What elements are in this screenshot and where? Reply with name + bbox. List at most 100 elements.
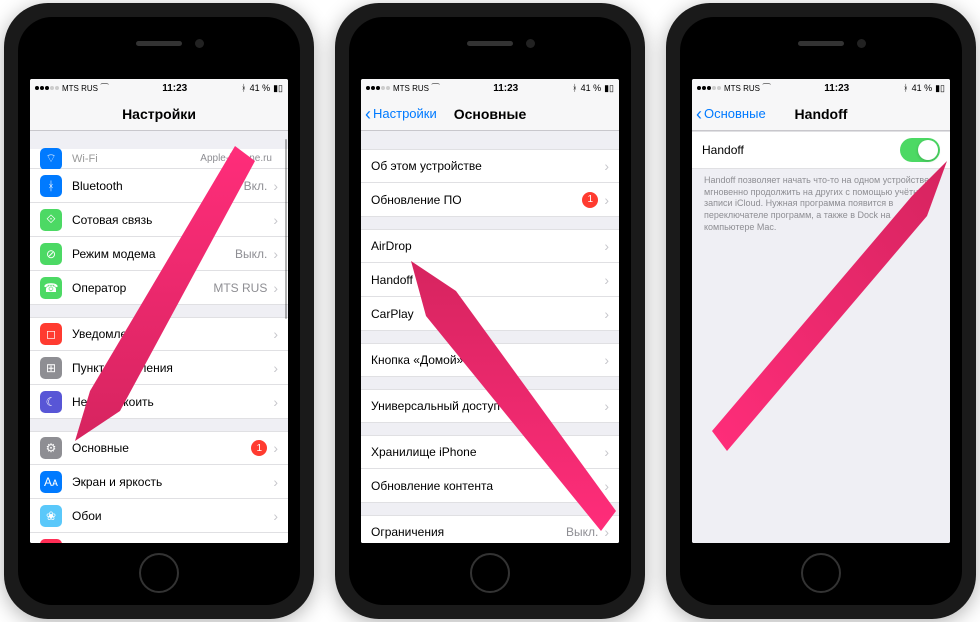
signal-icon [697,86,721,90]
badge: 1 [582,192,598,208]
row-handoff[interactable]: Handoff › [361,263,619,297]
phone-settings: MTS RUS ⁀ 11:23 ᚼ 41 % ▮▯ Настройки ⌔ Wi… [4,3,314,619]
chevron-right-icon: › [273,542,278,544]
status-time: 11:23 [824,83,849,94]
chevron-right-icon: › [604,478,609,494]
row-control-center[interactable]: ⊞ Пункт управления › [30,351,288,385]
row-wallpaper[interactable]: ❀ Обои › [30,499,288,533]
row-hotspot[interactable]: ⊘ Режим модема Выкл. › [30,237,288,271]
row-label: Уведомления [72,327,273,341]
row-label: Обновление контента [371,479,604,493]
wifi-icon: ⁀ [101,83,108,94]
status-right: ᚼ 41 % ▮▯ [903,83,945,94]
display-icon: Aᴀ [40,471,62,493]
gear-icon: ⚙ [40,437,62,459]
row-airdrop[interactable]: AirDrop › [361,229,619,263]
chevron-right-icon: › [604,192,609,208]
home-button[interactable] [139,553,179,593]
row-wifi[interactable]: ⌔ Wi-Fi Apple-iPhone.ru [30,149,288,169]
wifi-icon: ⁀ [432,83,439,94]
back-label: Настройки [373,106,437,121]
back-button[interactable]: ‹ Настройки [365,105,437,123]
row-display[interactable]: Aᴀ Экран и яркость › [30,465,288,499]
chevron-left-icon: ‹ [696,105,702,123]
phone-body: MTS RUS ⁀ 11:23 ᚼ 41 % ▮▯ ‹ Настройки Ос… [349,17,631,605]
chevron-right-icon: › [604,444,609,460]
battery-icon: ▮▯ [273,83,283,94]
camera [857,39,866,48]
row-label: Handoff [702,143,900,157]
back-button[interactable]: ‹ Основные [696,105,766,123]
content[interactable]: ⌔ Wi-Fi Apple-iPhone.ru ᚼ Bluetooth Вкл.… [30,131,288,543]
chevron-left-icon: ‹ [365,105,371,123]
page-title: Основные [454,106,527,122]
row-value: Выкл. [235,247,267,261]
row-value: MTS RUS [213,281,267,295]
chevron-right-icon: › [604,352,609,368]
row-general[interactable]: ⚙ Основные 1 › [30,431,288,465]
camera [526,39,535,48]
back-label: Основные [704,106,766,121]
row-about[interactable]: Об этом устройстве › [361,149,619,183]
home-button[interactable] [470,553,510,593]
chevron-right-icon: › [273,360,278,376]
status-bar: MTS RUS ⁀ 11:23 ᚼ 41 % ▮▯ [692,79,950,97]
row-label: Bluetooth [72,179,244,193]
row-home-button[interactable]: Кнопка «Домой» › [361,343,619,377]
row-storage[interactable]: Хранилище iPhone › [361,435,619,469]
status-left: MTS RUS ⁀ [366,83,439,94]
footer-text: Handoff позволяет начать что-то на одном… [692,169,950,239]
carrier-label: MTS RUS [62,84,98,93]
toggle-switch[interactable] [900,138,940,162]
row-sounds[interactable]: 🔊 Звуки, тактильные сигналы › [30,533,288,543]
chevron-right-icon: › [273,280,278,296]
row-bluetooth[interactable]: ᚼ Bluetooth Вкл. › [30,169,288,203]
row-dnd[interactable]: ☾ Не беспокоить › [30,385,288,419]
row-label: AirDrop [371,239,604,253]
status-right: ᚼ 41 % ▮▯ [241,83,283,94]
row-label: Основные [72,441,251,455]
row-software-update[interactable]: Обновление ПО 1 › [361,183,619,217]
bluetooth-icon: ᚼ [903,83,908,93]
row-label: CarPlay [371,307,604,321]
row-restrictions[interactable]: Ограничения Выкл. › [361,515,619,543]
group-home: Кнопка «Домой» › [361,343,619,377]
scrollbar[interactable] [285,131,287,543]
row-value: Вкл. [244,179,268,193]
content[interactable]: Handoff Handoff позволяет начать что-то … [692,131,950,543]
camera [195,39,204,48]
row-label: Режим модема [72,247,235,261]
chevron-right-icon: › [273,394,278,410]
row-value: Apple-iPhone.ru [200,153,272,164]
screen: MTS RUS ⁀ 11:23 ᚼ 41 % ▮▯ ‹ Настройки Ос… [361,79,619,543]
group-general: ⚙ Основные 1 › Aᴀ Экран и яркость › ❀ Об… [30,431,288,543]
row-carrier[interactable]: ☎ Оператор MTS RUS › [30,271,288,305]
row-handoff-toggle[interactable]: Handoff [692,131,950,169]
chevron-right-icon: › [604,306,609,322]
row-cellular[interactable]: ⟐ Сотовая связь › [30,203,288,237]
battery-label: 41 % [250,83,271,93]
antenna-icon: ⟐ [40,209,62,231]
content[interactable]: Об этом устройстве › Обновление ПО 1 › A… [361,131,619,543]
row-notifications[interactable]: ◻ Уведомления › [30,317,288,351]
row-accessibility[interactable]: Универсальный доступ › [361,389,619,423]
status-left: MTS RUS ⁀ [35,83,108,94]
bluetooth-icon: ᚼ [241,83,246,93]
battery-label: 41 % [912,83,933,93]
chevron-right-icon: › [273,440,278,456]
row-carplay[interactable]: CarPlay › [361,297,619,331]
carrier-label: MTS RUS [393,84,429,93]
group-continuity: AirDrop › Handoff › CarPlay › [361,229,619,331]
nav-bar: ‹ Основные Handoff [692,97,950,131]
row-label: Ограничения [371,525,566,539]
row-background-refresh[interactable]: Обновление контента › [361,469,619,503]
sliders-icon: ⊞ [40,357,62,379]
scrollbar-thumb[interactable] [285,139,287,319]
wifi-icon: ⁀ [763,83,770,94]
phone-handoff: MTS RUS ⁀ 11:23 ᚼ 41 % ▮▯ ‹ Основные Han… [666,3,976,619]
chevron-right-icon: › [273,246,278,262]
link-icon: ⊘ [40,243,62,265]
home-button[interactable] [801,553,841,593]
phone-general: MTS RUS ⁀ 11:23 ᚼ 41 % ▮▯ ‹ Настройки Ос… [335,3,645,619]
screen: MTS RUS ⁀ 11:23 ᚼ 41 % ▮▯ Настройки ⌔ Wi… [30,79,288,543]
